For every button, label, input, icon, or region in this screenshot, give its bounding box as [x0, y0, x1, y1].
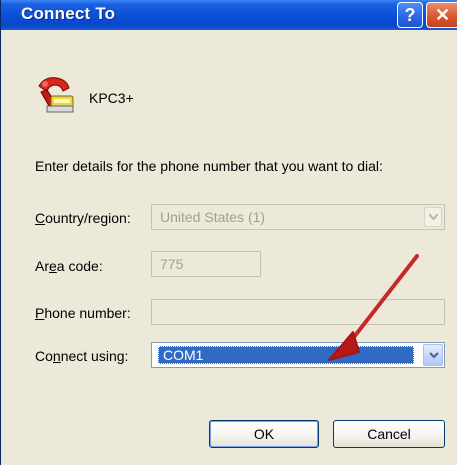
connect-using-value: COM1 [158, 346, 414, 364]
chevron-down-icon[interactable] [424, 207, 442, 227]
label-text: a code: [56, 258, 103, 274]
phone-number-label: Phone number: [35, 305, 131, 321]
label-text: nect using: [60, 348, 129, 364]
access-key: n [52, 348, 61, 364]
country-region-select[interactable]: United States (1) [151, 204, 445, 230]
close-button[interactable]: ✕ [426, 2, 457, 28]
phone-device-icon [38, 77, 74, 113]
help-button[interactable]: ? [397, 2, 423, 28]
connect-to-dialog: Connect To ? ✕ KPC3+ Enter details for t… [0, 0, 457, 465]
label-text: Co [35, 348, 53, 364]
country-region-label: Country/region: [35, 210, 131, 226]
country-region-value: United States (1) [160, 209, 266, 225]
help-icon: ? [404, 5, 416, 25]
close-icon: ✕ [434, 5, 451, 25]
title-bar[interactable]: Connect To ? ✕ [1, 0, 457, 30]
ok-button[interactable]: OK [209, 420, 319, 448]
access-key: C [35, 210, 46, 226]
instruction-text: Enter details for the phone number that … [35, 158, 383, 174]
connect-using-label: Connect using: [35, 348, 128, 364]
phone-number-field[interactable] [151, 299, 445, 325]
cancel-button[interactable]: Cancel [333, 420, 445, 448]
label-text: ountry/region: [45, 210, 131, 226]
annotation-arrow-icon [328, 254, 419, 361]
area-code-label: Area code: [35, 258, 103, 274]
label-text: Ar [35, 258, 49, 274]
connect-using-select[interactable]: COM1 [151, 342, 445, 368]
area-code-field[interactable]: 775 [151, 251, 261, 277]
device-name: KPC3+ [89, 90, 134, 106]
area-code-value: 775 [160, 256, 184, 272]
chevron-down-icon[interactable] [423, 344, 443, 366]
access-key: P [35, 305, 45, 321]
window-title: Connect To [21, 4, 116, 23]
label-text: hone number: [44, 305, 131, 321]
access-key: e [49, 258, 57, 274]
